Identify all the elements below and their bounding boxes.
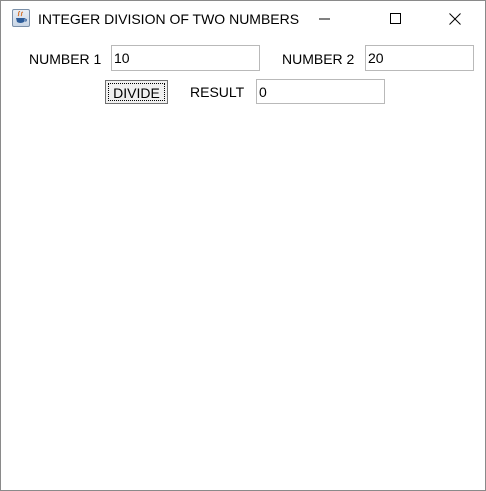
close-icon (449, 13, 461, 25)
result-field[interactable] (256, 79, 385, 104)
java-cup-icon (12, 9, 30, 27)
number2-label: NUMBER 2 (282, 51, 355, 67)
maximize-icon (390, 13, 401, 24)
minimize-icon (319, 18, 330, 20)
divide-button[interactable]: DIVIDE (105, 80, 168, 104)
maximize-button[interactable] (373, 1, 419, 38)
minimize-button[interactable] (302, 1, 348, 38)
form-panel: NUMBER 1 NUMBER 2 DIVIDE RESULT (1, 38, 485, 490)
divide-button-label: DIVIDE (108, 83, 165, 101)
number1-label: NUMBER 1 (29, 51, 102, 67)
result-label: RESULT (190, 84, 245, 100)
close-button[interactable] (432, 1, 478, 38)
window-title: INTEGER DIVISION OF TWO NUMBERS (38, 11, 300, 27)
app-window: INTEGER DIVISION OF TWO NUMBERS NUMBER 1… (0, 0, 486, 491)
number2-field[interactable] (365, 45, 474, 71)
number1-field[interactable] (111, 45, 260, 71)
title-bar[interactable]: INTEGER DIVISION OF TWO NUMBERS (1, 1, 485, 38)
